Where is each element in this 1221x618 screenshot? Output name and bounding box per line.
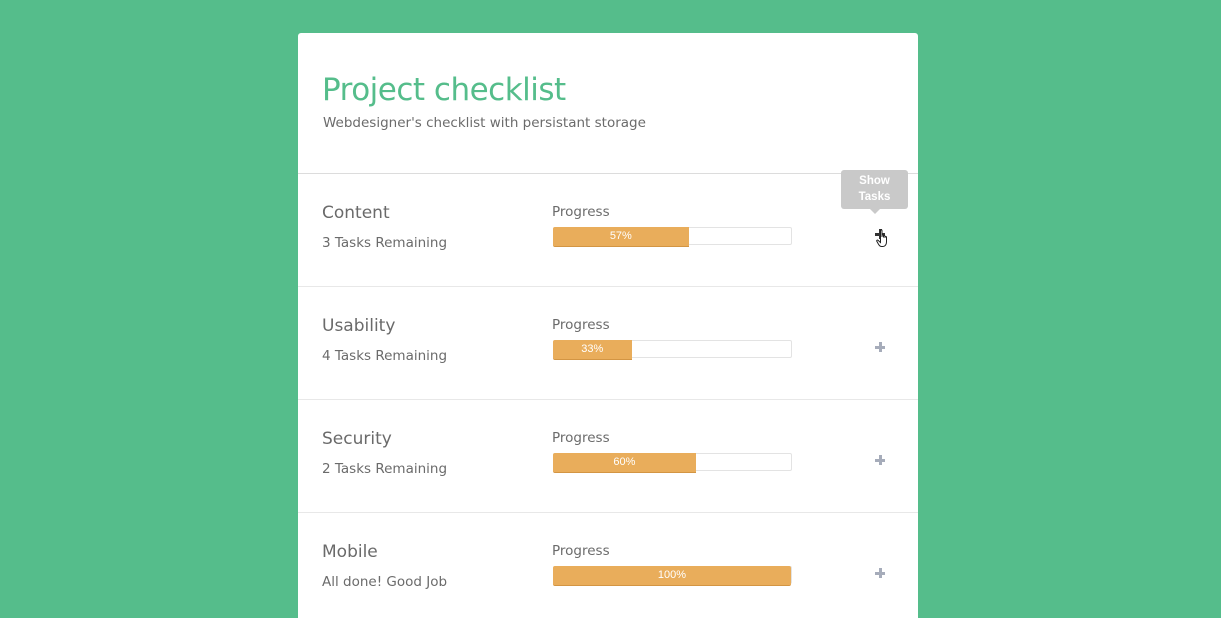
tooltip-arrow: [870, 209, 880, 214]
section-name: Mobile: [322, 542, 378, 562]
progress-fill: 100%: [553, 566, 791, 586]
tasks-remaining: All done! Good Job: [322, 574, 448, 590]
show-tasks-button-usability[interactable]: [870, 337, 890, 357]
tasks-remaining: 2 Tasks Remaining: [322, 461, 448, 477]
tasks-remaining: 3 Tasks Remaining: [322, 235, 448, 251]
section-name: Security: [322, 429, 392, 449]
plus-icon: [875, 455, 885, 465]
progress-label: Progress: [552, 317, 610, 333]
progress-fill: 57%: [553, 227, 689, 247]
progress-bar: 33%: [553, 340, 792, 360]
section-mobile: Mobile All done! Good Job Progress 100%: [298, 513, 918, 618]
progress-label: Progress: [552, 204, 610, 220]
show-tasks-button-mobile[interactable]: [870, 563, 890, 583]
show-tasks-button-security[interactable]: [870, 450, 890, 470]
plus-icon: [875, 342, 885, 352]
progress-bar: 100%: [553, 566, 792, 586]
section-usability: Usability 4 Tasks Remaining Progress 33%: [298, 287, 918, 400]
progress-bar: 60%: [553, 453, 792, 473]
page-title: Project checklist: [322, 72, 566, 108]
plus-icon: [875, 568, 885, 578]
hand-pointer-cursor-icon: [876, 229, 887, 247]
progress-label: Progress: [552, 543, 610, 559]
section-content: Content 3 Tasks Remaining Progress 57% S…: [298, 170, 918, 287]
show-tasks-tooltip: Show Tasks: [841, 170, 908, 214]
progress-fill: 33%: [553, 340, 632, 360]
section-security: Security 2 Tasks Remaining Progress 60%: [298, 400, 918, 513]
checklist-card: Project checklist Webdesigner's checklis…: [298, 33, 918, 618]
progress-fill: 60%: [553, 453, 696, 473]
section-name: Content: [322, 203, 390, 223]
page-subtitle: Webdesigner's checklist with persistant …: [323, 115, 646, 131]
progress-label: Progress: [552, 430, 610, 446]
progress-bar: 57%: [553, 227, 792, 247]
tasks-remaining: 4 Tasks Remaining: [322, 348, 448, 364]
tooltip-line: Show: [859, 175, 890, 187]
section-name: Usability: [322, 316, 396, 336]
tooltip-line: Tasks: [858, 191, 891, 203]
card-header: Project checklist Webdesigner's checklis…: [298, 33, 918, 174]
